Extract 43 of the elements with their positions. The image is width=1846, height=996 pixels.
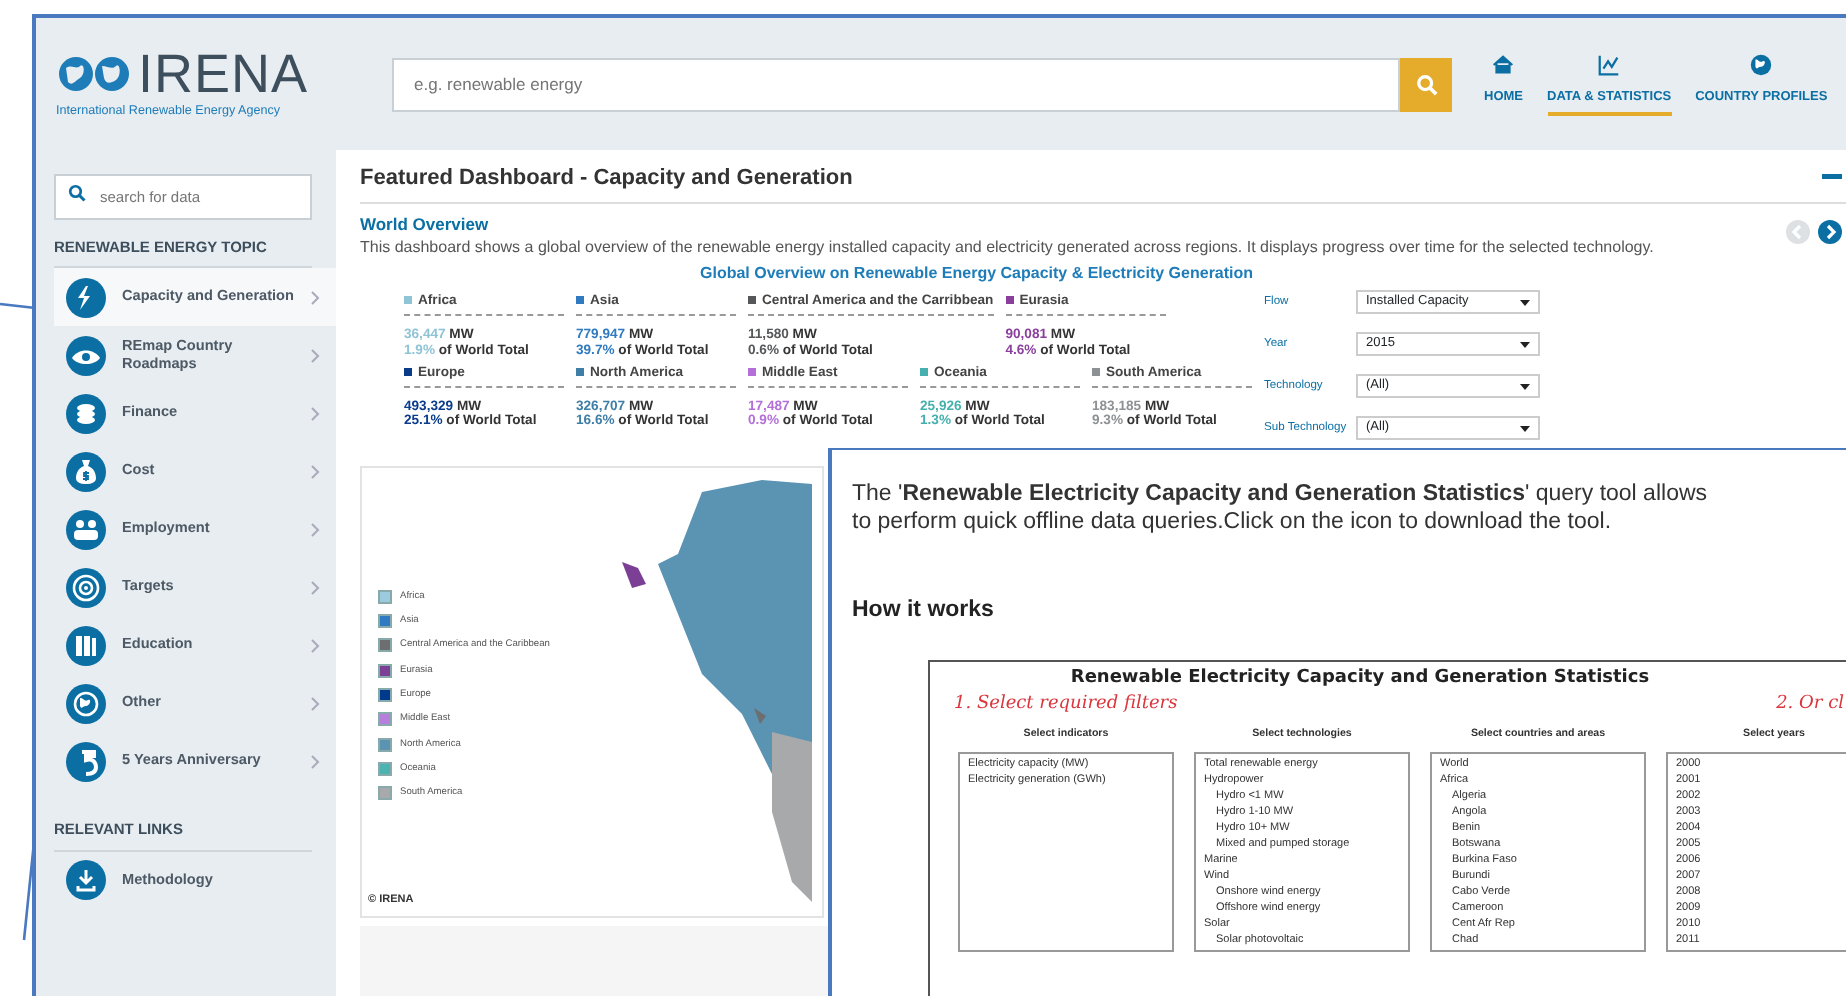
chevron-right-icon — [310, 637, 320, 654]
dropdown-arrow-icon — [1520, 341, 1530, 348]
line-chart-icon — [1596, 51, 1623, 78]
search-icon — [1415, 73, 1437, 95]
target-icon — [66, 567, 106, 608]
logo-text: IRENA — [138, 47, 309, 102]
money-bag-icon — [66, 451, 106, 492]
dashboard-subtitle: World Overview — [360, 211, 491, 237]
search-icon — [68, 184, 86, 202]
dropdown-arrow-icon — [1520, 383, 1530, 390]
section-heading: How it works — [852, 595, 996, 626]
intro-text: The 'Renewable Electricity Capacity and Generation Statistics' query tool allows — [852, 482, 1710, 510]
coins-icon — [66, 393, 106, 434]
books-icon — [66, 625, 106, 666]
step-annotation: 2. Or cl — [1776, 692, 1844, 719]
globes-logo-icon — [56, 54, 132, 95]
dropdown-arrow-icon — [1520, 299, 1530, 306]
chevron-right-icon — [310, 753, 320, 770]
lightning-icon — [66, 277, 106, 318]
chart-title: Global Overview on Renewable Energy Capacity & Electricity Generation — [700, 262, 1256, 287]
chevron-right-icon — [310, 405, 320, 422]
home-icon — [1490, 51, 1517, 78]
download-icon — [66, 860, 106, 900]
globe-icon — [1748, 51, 1775, 78]
intro-text: to perform quick offline data queries.Click on the icon to download the tool. — [852, 509, 1614, 538]
dashboard-title: Featured Dashboard - Capacity and Generation — [360, 164, 853, 194]
search-field[interactable]: e.g. renewable energy — [392, 57, 1400, 111]
dashboard-description: This dashboard shows a global overview of the renewable energy installed capacity and electricity generated across regions. It displays progress over time for the selected technology. — [360, 236, 1654, 261]
chevron-right-icon — [310, 521, 320, 538]
tool-title: Renewable Electricity Capacity and Generation Statistics — [1068, 665, 1652, 692]
chevron-right-icon — [310, 463, 320, 480]
chevron-right-icon — [310, 579, 320, 596]
chevron-right-icon — [310, 289, 320, 306]
globe-icon — [66, 683, 106, 724]
eye-icon — [66, 335, 106, 376]
dropdown-arrow-icon — [1520, 425, 1530, 432]
chevron-right-icon — [310, 347, 320, 364]
minus-icon — [1822, 174, 1842, 181]
next-button[interactable] — [1818, 220, 1842, 245]
people-icon — [66, 509, 106, 550]
chevron-right-icon — [310, 695, 320, 712]
step-annotation: 1. Select required filters — [954, 692, 1178, 719]
five-icon — [66, 741, 106, 782]
